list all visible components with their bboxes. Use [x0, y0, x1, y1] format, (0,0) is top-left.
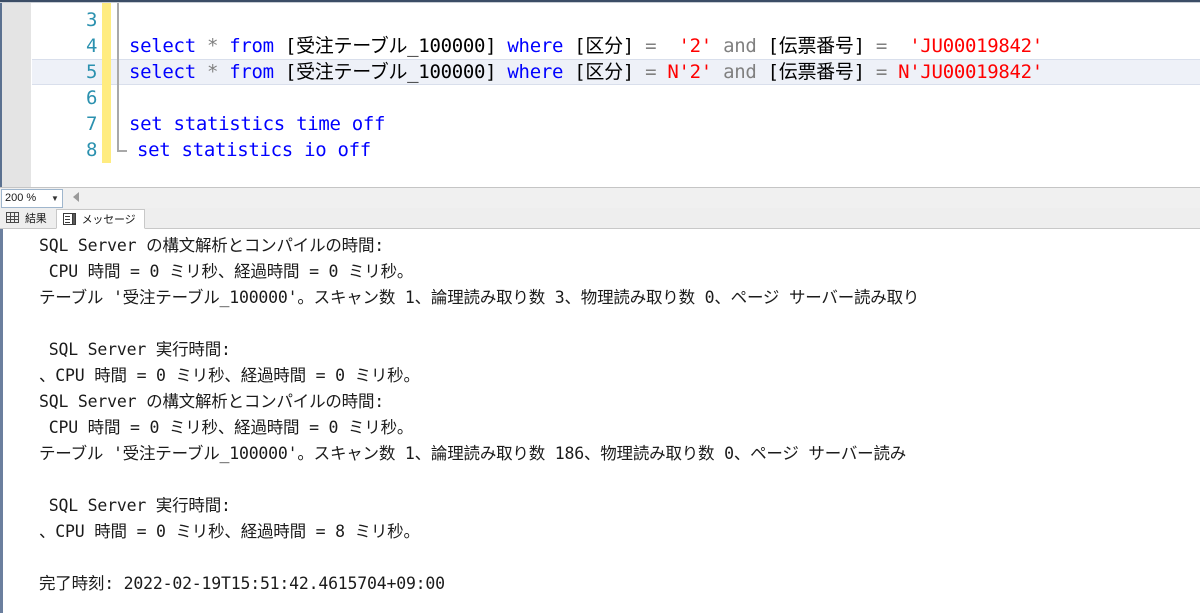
code-token-op: =: [645, 61, 668, 83]
message-line: 完了時刻: 2022-02-19T15:51:42.4615704+09:00: [39, 574, 445, 593]
code-token-plain: [受注テーブル_100000]: [284, 35, 508, 57]
message-line: [5, 311, 1200, 337]
code-token-op: =: [645, 35, 668, 57]
code-line[interactable]: 5 select * from [受注テーブル_100000] where [区分…: [32, 59, 1200, 85]
message-line: [5, 467, 1200, 493]
tab-label: メッセージ: [81, 214, 136, 226]
line-number: 5: [86, 61, 97, 83]
code-token-op: =: [875, 35, 899, 57]
message-line: CPU 時間 = 0 ミリ秒、経過時間 = 0 ミリ秒。: [39, 262, 414, 281]
code-token-kw: select: [129, 35, 207, 57]
chevron-down-icon[interactable]: ▼: [48, 190, 62, 207]
code-token-kw: where: [507, 35, 575, 57]
code-token-str: N'2': [667, 61, 724, 83]
code-token-str: 'JU00019842': [898, 35, 1043, 57]
editor-zoom-bar: 200 % ▼: [0, 187, 1200, 208]
grid-icon-glyph: [6, 212, 19, 223]
ssms-query-window: 2set statistics time on34select * from […: [0, 0, 1200, 613]
line-number: 6: [86, 87, 97, 109]
code-token-plain: [区分]: [574, 35, 646, 57]
code-token-str: N'JU00019842': [898, 61, 1043, 83]
messages-text-list: SQL Server の構文解析とコンパイルの時間: CPU 時間 = 0 ミリ…: [5, 233, 1200, 597]
code-line-text[interactable]: select * from [受注テーブル_100000] where [区分]…: [119, 33, 1043, 59]
message-icon-glyph: [62, 213, 76, 225]
zoom-level-dropdown[interactable]: 200 % ▼: [1, 189, 63, 208]
tab-results[interactable]: 結果: [0, 208, 56, 228]
change-indicator-bar: [102, 137, 111, 163]
editor-indicator-margin: [0, 3, 32, 187]
code-token-kw: set statistics time off: [129, 113, 386, 135]
tab-label: 結果: [25, 213, 47, 225]
code-token-kw: set statistics time on: [129, 3, 374, 5]
code-token-kw: where: [507, 61, 575, 83]
message-line: [5, 545, 1200, 571]
zoom-level-value: 200 %: [5, 192, 37, 204]
code-token-kw: from: [229, 35, 285, 57]
code-line[interactable]: 7 set statistics time off: [32, 111, 1200, 137]
line-number: 4: [86, 35, 97, 57]
scroll-left-arrow-icon[interactable]: [73, 192, 79, 202]
message-line: 、CPU 時間 = 0 ミリ秒、経過時間 = 0 ミリ秒。: [39, 366, 420, 385]
code-token-op: and: [723, 35, 768, 57]
code-token-plain: [受注テーブル_100000]: [284, 61, 508, 83]
message-line: SQL Server 実行時間:: [39, 340, 231, 359]
message-line: 、CPU 時間 = 0 ミリ秒、経過時間 = 8 ミリ秒。: [39, 522, 420, 541]
line-number: 7: [86, 113, 97, 135]
zoom-bar-track: [66, 189, 1200, 208]
code-line-text[interactable]: set statistics time off: [119, 111, 386, 137]
code-token-plain: [伝票番号]: [767, 35, 876, 57]
grid-icon: [6, 211, 20, 225]
code-fold-guide: [117, 137, 127, 152]
code-token-kw: set statistics io off: [137, 139, 371, 161]
code-token-kw: from: [229, 61, 285, 83]
message-line: SQL Server の構文解析とコンパイルの時間:: [39, 236, 385, 255]
tab-messages[interactable]: メッセージ: [55, 209, 146, 229]
message-line: テーブル '受注テーブル_100000'。スキャン数 1、論理読み取り数 186…: [39, 444, 907, 463]
code-line[interactable]: 8 set statistics io off: [32, 137, 1200, 163]
code-line[interactable]: 4 select * from [受注テーブル_100000] where [区分…: [32, 33, 1200, 59]
code-line-text[interactable]: select * from [受注テーブル_100000] where [区分]…: [119, 59, 1043, 85]
message-icon: [62, 212, 77, 226]
code-line[interactable]: 3: [32, 7, 1200, 33]
code-line[interactable]: 6: [32, 85, 1200, 111]
results-tab-strip: 結果 メッセージ: [0, 208, 1200, 229]
code-token-op: and: [723, 61, 768, 83]
code-token-plain: [伝票番号]: [767, 61, 876, 83]
line-number: 8: [86, 139, 97, 161]
change-indicator-bar: [102, 33, 111, 59]
message-line: CPU 時間 = 0 ミリ秒、経過時間 = 0 ミリ秒。: [39, 418, 414, 437]
message-line: SQL Server の構文解析とコンパイルの時間:: [39, 392, 385, 411]
code-fold-guide: [117, 7, 119, 33]
message-line: テーブル '受注テーブル_100000'。スキャン数 1、論理読み取り数 3、物…: [39, 288, 920, 307]
change-indicator-bar: [102, 7, 111, 33]
code-token-plain: [区分]: [574, 61, 646, 83]
sql-editor-pane[interactable]: 2set statistics time on34select * from […: [0, 3, 1200, 187]
code-token-kw: select: [129, 61, 207, 83]
message-line: SQL Server 実行時間:: [39, 496, 231, 515]
code-token-op: *: [206, 35, 230, 57]
code-fold-guide: [117, 85, 119, 111]
change-indicator-bar: [102, 85, 111, 111]
change-indicator-bar: [102, 59, 111, 85]
code-token-str: '2': [667, 35, 724, 57]
sql-code-area[interactable]: 2set statistics time on34select * from […: [32, 3, 1200, 163]
code-line-text[interactable]: set statistics io off: [127, 137, 371, 163]
change-indicator-bar: [102, 111, 111, 137]
editor-left-edge: [0, 3, 2, 187]
code-token-op: =: [875, 61, 899, 83]
code-token-op: *: [206, 61, 230, 83]
messages-pane[interactable]: SQL Server の構文解析とコンパイルの時間: CPU 時間 = 0 ミリ…: [0, 229, 1200, 613]
line-number: 3: [86, 9, 97, 31]
